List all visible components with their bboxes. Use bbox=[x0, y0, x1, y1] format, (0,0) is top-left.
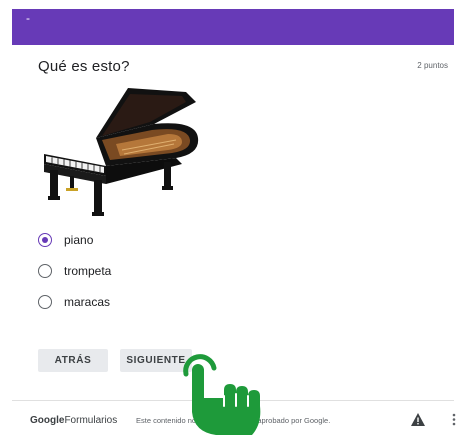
pointing-hand-cursor-icon bbox=[183, 354, 261, 435]
option-label: trompeta bbox=[64, 264, 112, 278]
radio-unchecked-icon[interactable] bbox=[38, 264, 52, 278]
google-forms-logo[interactable]: GoogleFormularios bbox=[30, 415, 117, 426]
brand-forms: Formularios bbox=[64, 415, 118, 426]
radio-checked-icon[interactable] bbox=[38, 233, 52, 247]
option-piano[interactable]: piano bbox=[38, 232, 93, 248]
form-page: - Qué es esto? 2 puntos piano trompeta m… bbox=[0, 0, 466, 435]
radio-unchecked-icon[interactable] bbox=[38, 295, 52, 309]
option-label: maracas bbox=[64, 295, 111, 309]
brand-google: Google bbox=[30, 415, 65, 426]
header-dot: - bbox=[26, 11, 30, 25]
question-points: 2 puntos bbox=[417, 61, 448, 70]
back-button[interactable]: ATRÁS bbox=[38, 349, 108, 372]
more-vert-icon[interactable] bbox=[452, 413, 456, 426]
option-maracas[interactable]: maracas bbox=[38, 294, 110, 310]
warning-icon[interactable] bbox=[411, 413, 425, 426]
piano-image bbox=[44, 88, 199, 216]
question-title: Qué es esto? bbox=[38, 58, 130, 75]
option-label: piano bbox=[64, 233, 94, 247]
option-trompeta[interactable]: trompeta bbox=[38, 263, 111, 279]
form-header-bar bbox=[12, 9, 454, 45]
